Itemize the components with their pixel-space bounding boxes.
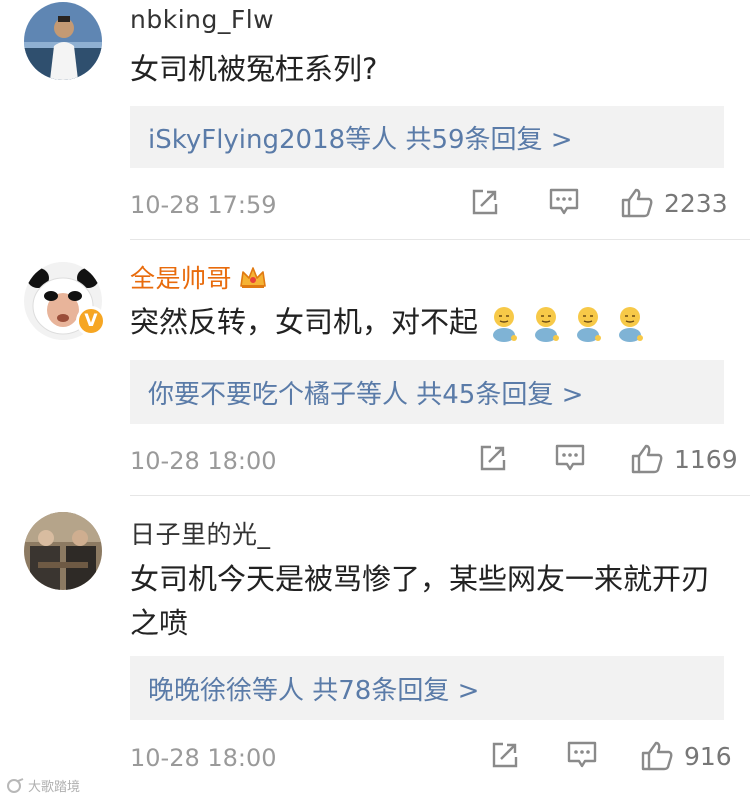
avatar[interactable] <box>24 512 102 590</box>
username[interactable]: 日子里的光_ <box>130 515 271 551</box>
watermark: 大歌踏境 <box>6 776 80 795</box>
watermark-text: 大歌踏境 <box>28 780 81 795</box>
comment-item: 日子里的光_ 女司机今天是被骂惨了，某些网友一来就开刃之喷 晚晚徐徐等人 共78… <box>0 0 750 801</box>
like-count: 916 <box>684 741 732 771</box>
comment-feed: nbking_Flw 女司机被冤枉系列? iSkyFlying2018等人 共5… <box>0 0 750 801</box>
share-icon <box>492 742 518 768</box>
replies-link[interactable]: 晚晚徐徐等人 共78条回复 > <box>130 656 724 720</box>
timestamp: 10-28 18:00 <box>130 744 277 772</box>
watermark-logo-icon <box>7 777 24 793</box>
comment-text: 女司机今天是被骂惨了，某些网友一来就开刃之喷 <box>130 562 711 640</box>
comment-icon <box>567 741 597 768</box>
share-button[interactable] <box>490 740 520 770</box>
thumbs-up-icon <box>641 741 673 771</box>
comment-button[interactable] <box>566 740 598 770</box>
like-button[interactable]: 916 <box>640 740 732 772</box>
